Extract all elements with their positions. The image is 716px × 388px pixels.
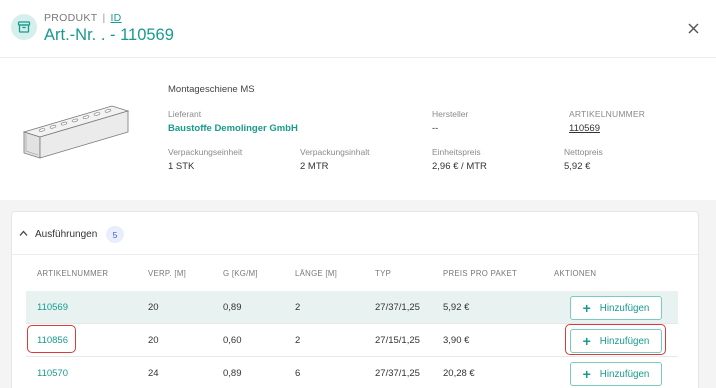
vpe-value: 1 STK: [168, 161, 195, 172]
artikelnummer-label: ARTIKELNUMMER: [569, 109, 646, 119]
kicker-separator: |: [102, 12, 106, 24]
close-icon[interactable]: [684, 19, 702, 37]
vpi-value: 2 MTR: [300, 161, 329, 172]
col-verp: VERP. [M]: [148, 269, 187, 278]
table-row[interactable]: 110569 20 0,89 2 27/37/1,25 5,92 € + Hin…: [26, 291, 678, 324]
artikelnummer-value[interactable]: 110569: [569, 123, 645, 134]
cell-laenge: 2: [295, 302, 301, 313]
cell-preis: 3,90 €: [443, 335, 470, 346]
cell-gewicht: 0,89: [223, 302, 242, 313]
add-button-label: Hinzufügen: [599, 302, 650, 314]
field-verpackungsinhalt: Verpackungsinhalt 2 MTR: [300, 147, 369, 172]
kicker-label: PRODUKT: [44, 12, 98, 24]
col-typ: TYP: [375, 269, 392, 278]
nettopreis-label: Nettopreis: [564, 147, 603, 157]
add-button[interactable]: + Hinzufügen: [570, 296, 662, 320]
cell-preis: 20,28 €: [443, 368, 475, 379]
hersteller-label: Hersteller: [432, 109, 469, 119]
cell-typ: 27/37/1,25: [375, 368, 420, 379]
col-laenge: LÄNGE [M]: [295, 269, 338, 278]
variants-card: Ausführungen 5 ARTIKELNUMMER VERP. [M] G…: [11, 211, 699, 388]
plus-icon: +: [582, 366, 591, 382]
field-verpackungseinheit: Verpackungseinheit 1 STK: [168, 147, 242, 172]
cell-artikelnummer[interactable]: 110856: [37, 335, 68, 346]
nettopreis-value: 5,92 €: [564, 161, 591, 172]
add-button[interactable]: + Hinzufügen: [570, 329, 662, 353]
col-preis: PREIS PRO PAKET: [443, 269, 518, 278]
vpi-label: Verpackungsinhalt: [300, 147, 370, 157]
count-badge: 5: [106, 226, 124, 243]
add-button-label: Hinzufügen: [599, 368, 650, 380]
field-artikelnummer: ARTIKELNUMMER 110569: [569, 109, 645, 134]
col-artikelnummer: ARTIKELNUMMER: [37, 269, 109, 278]
archive-box-icon: [11, 14, 37, 40]
chevron-up-icon[interactable]: [19, 229, 28, 238]
product-info: Montageschiene MS Lieferant Baustoffe De…: [0, 58, 716, 200]
cell-laenge: 6: [295, 368, 301, 379]
field-nettopreis: Nettopreis 5,92 €: [564, 147, 603, 172]
cell-verp: 20: [148, 335, 159, 346]
id-link[interactable]: ID: [110, 12, 121, 24]
header-kicker: PRODUKT | ID: [44, 12, 122, 24]
plus-icon: +: [582, 300, 591, 316]
cell-artikelnummer[interactable]: 110569: [37, 302, 68, 313]
product-image: [20, 102, 132, 164]
table-row[interactable]: 110570 24 0,89 6 27/37/1,25 20,28 € + Hi…: [26, 357, 678, 388]
col-aktionen: AKTIONEN: [554, 269, 597, 278]
add-button-label: Hinzufügen: [599, 335, 650, 347]
cell-preis: 5,92 €: [443, 302, 470, 313]
cell-gewicht: 0,60: [223, 335, 242, 346]
cell-laenge: 2: [295, 335, 301, 346]
lieferant-label: Lieferant: [168, 109, 202, 119]
variants-title: Ausführungen: [35, 229, 98, 240]
page-title: Art.-Nr. . - 110569: [44, 26, 174, 44]
einheitspreis-value: 2,96 € / MTR: [432, 161, 487, 172]
table-row[interactable]: 110856 20 0,60 2 27/15/1,25 3,90 € + Hin…: [26, 324, 678, 357]
cell-verp: 20: [148, 302, 159, 313]
vpe-label: Verpackungseinheit: [168, 147, 243, 157]
lieferant-value[interactable]: Baustoffe Demolinger GmbH: [168, 123, 298, 134]
cell-artikelnummer[interactable]: 110570: [37, 368, 68, 379]
table-header: ARTIKELNUMMER VERP. [M] G [KG/M] LÄNGE […: [12, 257, 698, 290]
plus-icon: +: [582, 333, 591, 349]
dialog-header: PRODUKT | ID Art.-Nr. . - 110569: [0, 0, 716, 58]
einheitspreis-label: Einheitspreis: [432, 147, 481, 157]
variants-section-header[interactable]: Ausführungen 5: [12, 212, 698, 255]
cell-verp: 24: [148, 368, 159, 379]
cell-typ: 27/37/1,25: [375, 302, 420, 313]
cell-typ: 27/15/1,25: [375, 335, 420, 346]
field-lieferant: Lieferant Baustoffe Demolinger GmbH: [168, 109, 298, 134]
product-name: Montageschiene MS: [168, 84, 255, 95]
cell-gewicht: 0,89: [223, 368, 242, 379]
hersteller-value: --: [432, 123, 439, 134]
field-hersteller: Hersteller --: [432, 109, 468, 134]
field-einheitspreis: Einheitspreis 2,96 € / MTR: [432, 147, 487, 172]
add-button[interactable]: + Hinzufügen: [570, 362, 662, 386]
col-gewicht: G [KG/M]: [223, 269, 258, 278]
